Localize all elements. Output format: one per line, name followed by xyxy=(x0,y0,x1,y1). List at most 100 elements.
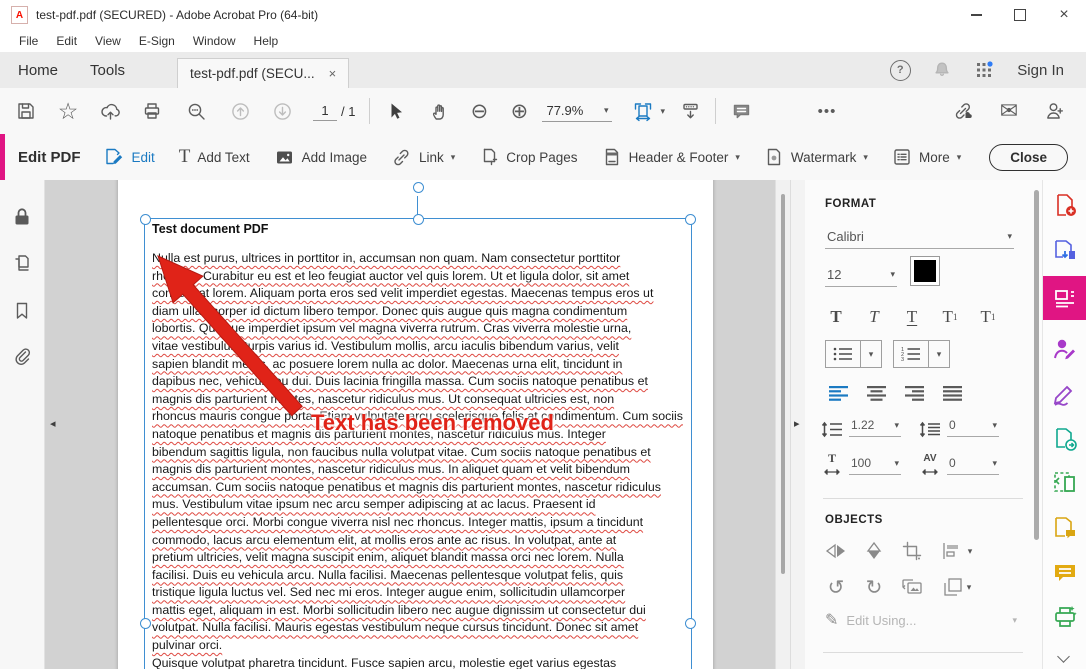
tab-close-icon[interactable]: × xyxy=(329,66,337,81)
rotate-clockwise-button[interactable]: ↻ xyxy=(859,574,889,600)
bulleted-list-button[interactable] xyxy=(826,346,860,362)
send-pdf-icon[interactable] xyxy=(1052,426,1078,452)
prepare-form-icon[interactable] xyxy=(1052,515,1078,541)
align-objects-button[interactable]: ▾ xyxy=(935,538,979,564)
zoom-in-icon[interactable]: ⊕ xyxy=(502,94,536,128)
scan-and-ocr-icon[interactable] xyxy=(1052,604,1078,630)
save-icon[interactable] xyxy=(9,94,43,128)
selection-handle-top-right[interactable] xyxy=(685,214,696,225)
comment-bubble-icon[interactable] xyxy=(724,94,758,128)
paragraph-spacing-select[interactable]: 0 ▾ xyxy=(947,414,999,437)
menu-window[interactable]: Window xyxy=(184,32,245,50)
chevron-down-icon[interactable]: ▾ xyxy=(660,107,665,116)
selection-handle-middle-left[interactable] xyxy=(140,618,151,629)
close-edit-mode-button[interactable]: Close xyxy=(989,144,1068,171)
toolbar-customize-icon[interactable] xyxy=(673,94,707,128)
fit-width-icon[interactable] xyxy=(626,94,660,128)
flip-horizontal-button[interactable] xyxy=(821,538,851,564)
rotate-counterclockwise-button[interactable]: ↺ xyxy=(821,574,851,600)
font-size-select[interactable]: 12 ▾ xyxy=(825,262,897,287)
document-scrollbar[interactable] xyxy=(775,180,791,669)
italic-button[interactable]: T xyxy=(859,304,889,330)
flip-vertical-button[interactable] xyxy=(859,538,889,564)
print-icon[interactable] xyxy=(135,94,169,128)
collapse-left-pane-icon[interactable]: ◂ xyxy=(50,417,56,430)
align-left-button[interactable] xyxy=(823,380,853,406)
star-favorite-icon[interactable]: ☆ xyxy=(51,94,85,128)
menu-file[interactable]: File xyxy=(10,32,47,50)
maximize-button[interactable] xyxy=(998,1,1042,30)
security-lock-icon[interactable] xyxy=(11,206,33,233)
add-text-button[interactable]: T Add Text xyxy=(179,146,250,168)
edit-pdf-icon[interactable] xyxy=(1052,285,1078,311)
edit-tool-button[interactable]: Edit xyxy=(103,146,155,168)
crop-pages-button[interactable]: Crop Pages xyxy=(479,147,577,167)
crop-object-button[interactable] xyxy=(897,538,927,564)
select-tool-icon[interactable] xyxy=(378,94,412,128)
watermark-button[interactable]: Watermark ▾ xyxy=(764,147,868,167)
more-button[interactable]: More ▾ xyxy=(892,147,961,167)
add-user-icon[interactable] xyxy=(1038,94,1072,128)
edit-using-select[interactable]: ✎ Edit Using... ▾ xyxy=(825,610,1017,630)
align-center-button[interactable] xyxy=(861,380,891,406)
panel-scrollbar-thumb[interactable] xyxy=(1034,190,1039,540)
character-spacing-select[interactable]: 0 ▾ xyxy=(947,452,999,475)
email-icon[interactable]: ✉ xyxy=(992,94,1026,128)
zoom-level-select[interactable]: 77.9% ▾ xyxy=(542,100,612,122)
rotation-handle[interactable] xyxy=(413,182,424,193)
expand-right-pane-icon[interactable]: ▸ xyxy=(794,417,800,430)
menu-help[interactable]: Help xyxy=(245,32,288,50)
selection-handle-top-center[interactable] xyxy=(413,214,424,225)
export-pdf-icon[interactable] xyxy=(1052,237,1078,263)
hand-tool-icon[interactable] xyxy=(422,94,456,128)
more-tools-ellipsis-icon[interactable]: ••• xyxy=(810,94,844,128)
selection-handle-middle-right[interactable] xyxy=(685,618,696,629)
sign-in-button[interactable]: Sign In xyxy=(1009,62,1072,79)
menu-edit[interactable]: Edit xyxy=(47,32,86,50)
numbered-list-options-caret[interactable]: ▾ xyxy=(929,350,949,359)
page-thumbnails-icon[interactable] xyxy=(11,252,33,274)
align-right-button[interactable] xyxy=(899,380,929,406)
header-footer-button[interactable]: Header & Footer ▾ xyxy=(602,147,740,167)
request-e-signatures-icon[interactable] xyxy=(1052,336,1078,362)
add-image-button[interactable]: Add Image xyxy=(274,147,367,168)
zoom-out-icon[interactable]: ⊖ xyxy=(462,94,496,128)
fill-and-sign-icon[interactable] xyxy=(1052,382,1078,408)
attachments-paperclip-icon[interactable] xyxy=(11,345,33,367)
more-tools-chevron-icon[interactable] xyxy=(1059,648,1068,666)
help-button[interactable]: ? xyxy=(883,53,917,87)
minimize-button[interactable] xyxy=(954,1,998,30)
cloud-upload-icon[interactable] xyxy=(93,94,127,128)
organize-pages-icon[interactable] xyxy=(1052,470,1078,496)
previous-page-icon[interactable] xyxy=(223,94,257,128)
numbered-list-button[interactable]: 123 xyxy=(894,346,928,362)
close-window-button[interactable]: × xyxy=(1042,1,1086,30)
tab-document[interactable]: test-pdf.pdf (SECU... × xyxy=(177,58,349,88)
tab-home[interactable]: Home xyxy=(2,54,74,88)
notifications-bell-icon[interactable] xyxy=(925,53,959,87)
page-number-input[interactable] xyxy=(313,101,337,121)
superscript-button[interactable]: T1 xyxy=(935,304,965,330)
menu-esign[interactable]: E-Sign xyxy=(130,32,184,50)
selection-handle-top-left[interactable] xyxy=(140,214,151,225)
font-family-select[interactable]: Calibri ▾ xyxy=(825,224,1014,249)
apps-grid-icon[interactable] xyxy=(967,53,1001,87)
scrollbar-thumb[interactable] xyxy=(781,194,785,574)
subscript-button[interactable]: T1 xyxy=(973,304,1003,330)
replace-image-button[interactable] xyxy=(897,574,927,600)
create-pdf-icon[interactable] xyxy=(1052,192,1078,218)
underline-button[interactable]: T xyxy=(897,304,927,330)
bookmarks-icon[interactable] xyxy=(11,300,33,322)
link-button[interactable]: Link ▾ xyxy=(391,147,455,168)
tab-tools[interactable]: Tools xyxy=(74,54,141,88)
bold-button[interactable]: T xyxy=(821,304,851,330)
bulleted-list-options-caret[interactable]: ▾ xyxy=(861,350,881,359)
horizontal-scale-select[interactable]: 100 ▾ xyxy=(849,452,901,475)
align-justify-button[interactable] xyxy=(937,380,967,406)
next-page-icon[interactable] xyxy=(265,94,299,128)
text-box-selection[interactable] xyxy=(144,218,692,669)
share-link-icon[interactable] xyxy=(946,94,980,128)
arrange-objects-button[interactable]: ▾ xyxy=(935,574,979,600)
search-icon[interactable] xyxy=(179,94,213,128)
line-spacing-select[interactable]: 1.22 ▾ xyxy=(849,414,901,437)
